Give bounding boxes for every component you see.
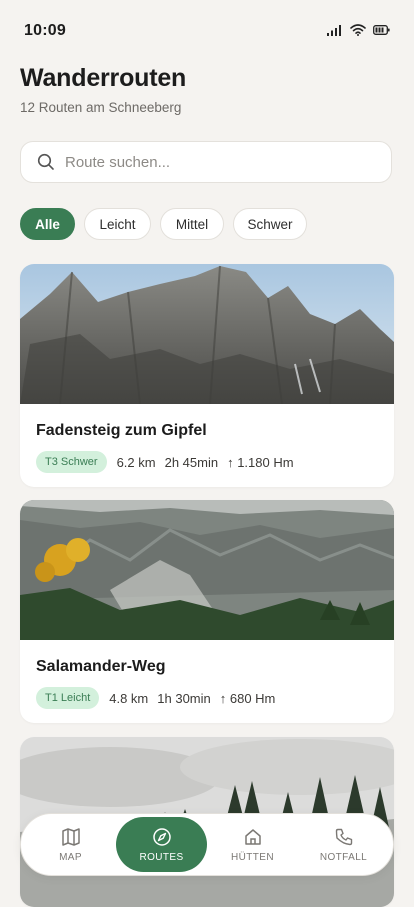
filter-chips: Alle Leicht Mittel Schwer: [20, 208, 307, 240]
route-distance: 4.8 km: [109, 690, 149, 706]
nav-item-huetten[interactable]: HÜTTEN: [207, 817, 298, 872]
home-icon: [244, 828, 261, 845]
route-meta: T1 Leicht 4.8 km 1h 30min ↑ 680 Hm: [36, 687, 284, 709]
wifi-icon: [350, 24, 366, 36]
status-bar: 10:09: [0, 0, 414, 60]
nav-item-routes[interactable]: ROUTES: [116, 817, 207, 872]
map-icon: [61, 827, 80, 846]
route-card[interactable]: Salamander-Weg T1 Leicht 4.8 km 1h 30min…: [20, 500, 394, 723]
status-time: 10:09: [24, 22, 66, 39]
bottom-nav: MAP ROUTES HÜTTEN NOTFALL: [20, 813, 394, 876]
nav-label-map: MAP: [59, 851, 82, 863]
difficulty-badge: T3 Schwer: [36, 451, 107, 473]
nav-label-huetten: HÜTTEN: [231, 851, 274, 863]
compass-icon: [152, 827, 171, 846]
route-elevation: ↑ 1.180 Hm: [227, 454, 294, 470]
route-meta: T3 Schwer 6.2 km 2h 45min ↑ 1.180 Hm: [36, 451, 303, 473]
filter-chip-mittel[interactable]: Mittel: [160, 208, 224, 240]
status-icons: [327, 24, 390, 36]
nav-item-map[interactable]: MAP: [25, 817, 116, 872]
filter-chip-alle[interactable]: Alle: [20, 208, 75, 240]
route-title: Salamander-Weg: [36, 658, 166, 675]
route-image-rocky-peaks: [20, 264, 394, 404]
route-card[interactable]: Fadensteig zum Gipfel T3 Schwer 6.2 km 2…: [20, 264, 394, 487]
nav-label-routes: ROUTES: [139, 851, 184, 863]
filter-chip-schwer[interactable]: Schwer: [233, 208, 307, 240]
phone-icon: [335, 828, 352, 845]
route-distance: 6.2 km: [116, 454, 156, 470]
route-title: Fadensteig zum Gipfel: [36, 422, 207, 439]
nav-label-notfall: NOTFALL: [319, 851, 368, 863]
signal-icon: [327, 25, 341, 36]
battery-icon: [373, 25, 390, 35]
search-icon: [37, 153, 54, 170]
route-image-forest-cliffs: [20, 500, 394, 640]
route-duration: 1h 30min: [157, 690, 211, 706]
page-title: Wanderrouten: [20, 64, 187, 92]
page-subtitle: 12 Routen am Schneeberg: [20, 100, 182, 115]
search-bar[interactable]: [20, 141, 392, 183]
route-elevation: ↑ 680 Hm: [219, 690, 276, 706]
filter-chip-leicht[interactable]: Leicht: [84, 208, 151, 240]
nav-item-notfall[interactable]: NOTFALL: [298, 817, 389, 872]
difficulty-badge: T1 Leicht: [36, 687, 100, 709]
search-input[interactable]: [65, 153, 365, 171]
route-duration: 2h 45min: [164, 454, 219, 470]
